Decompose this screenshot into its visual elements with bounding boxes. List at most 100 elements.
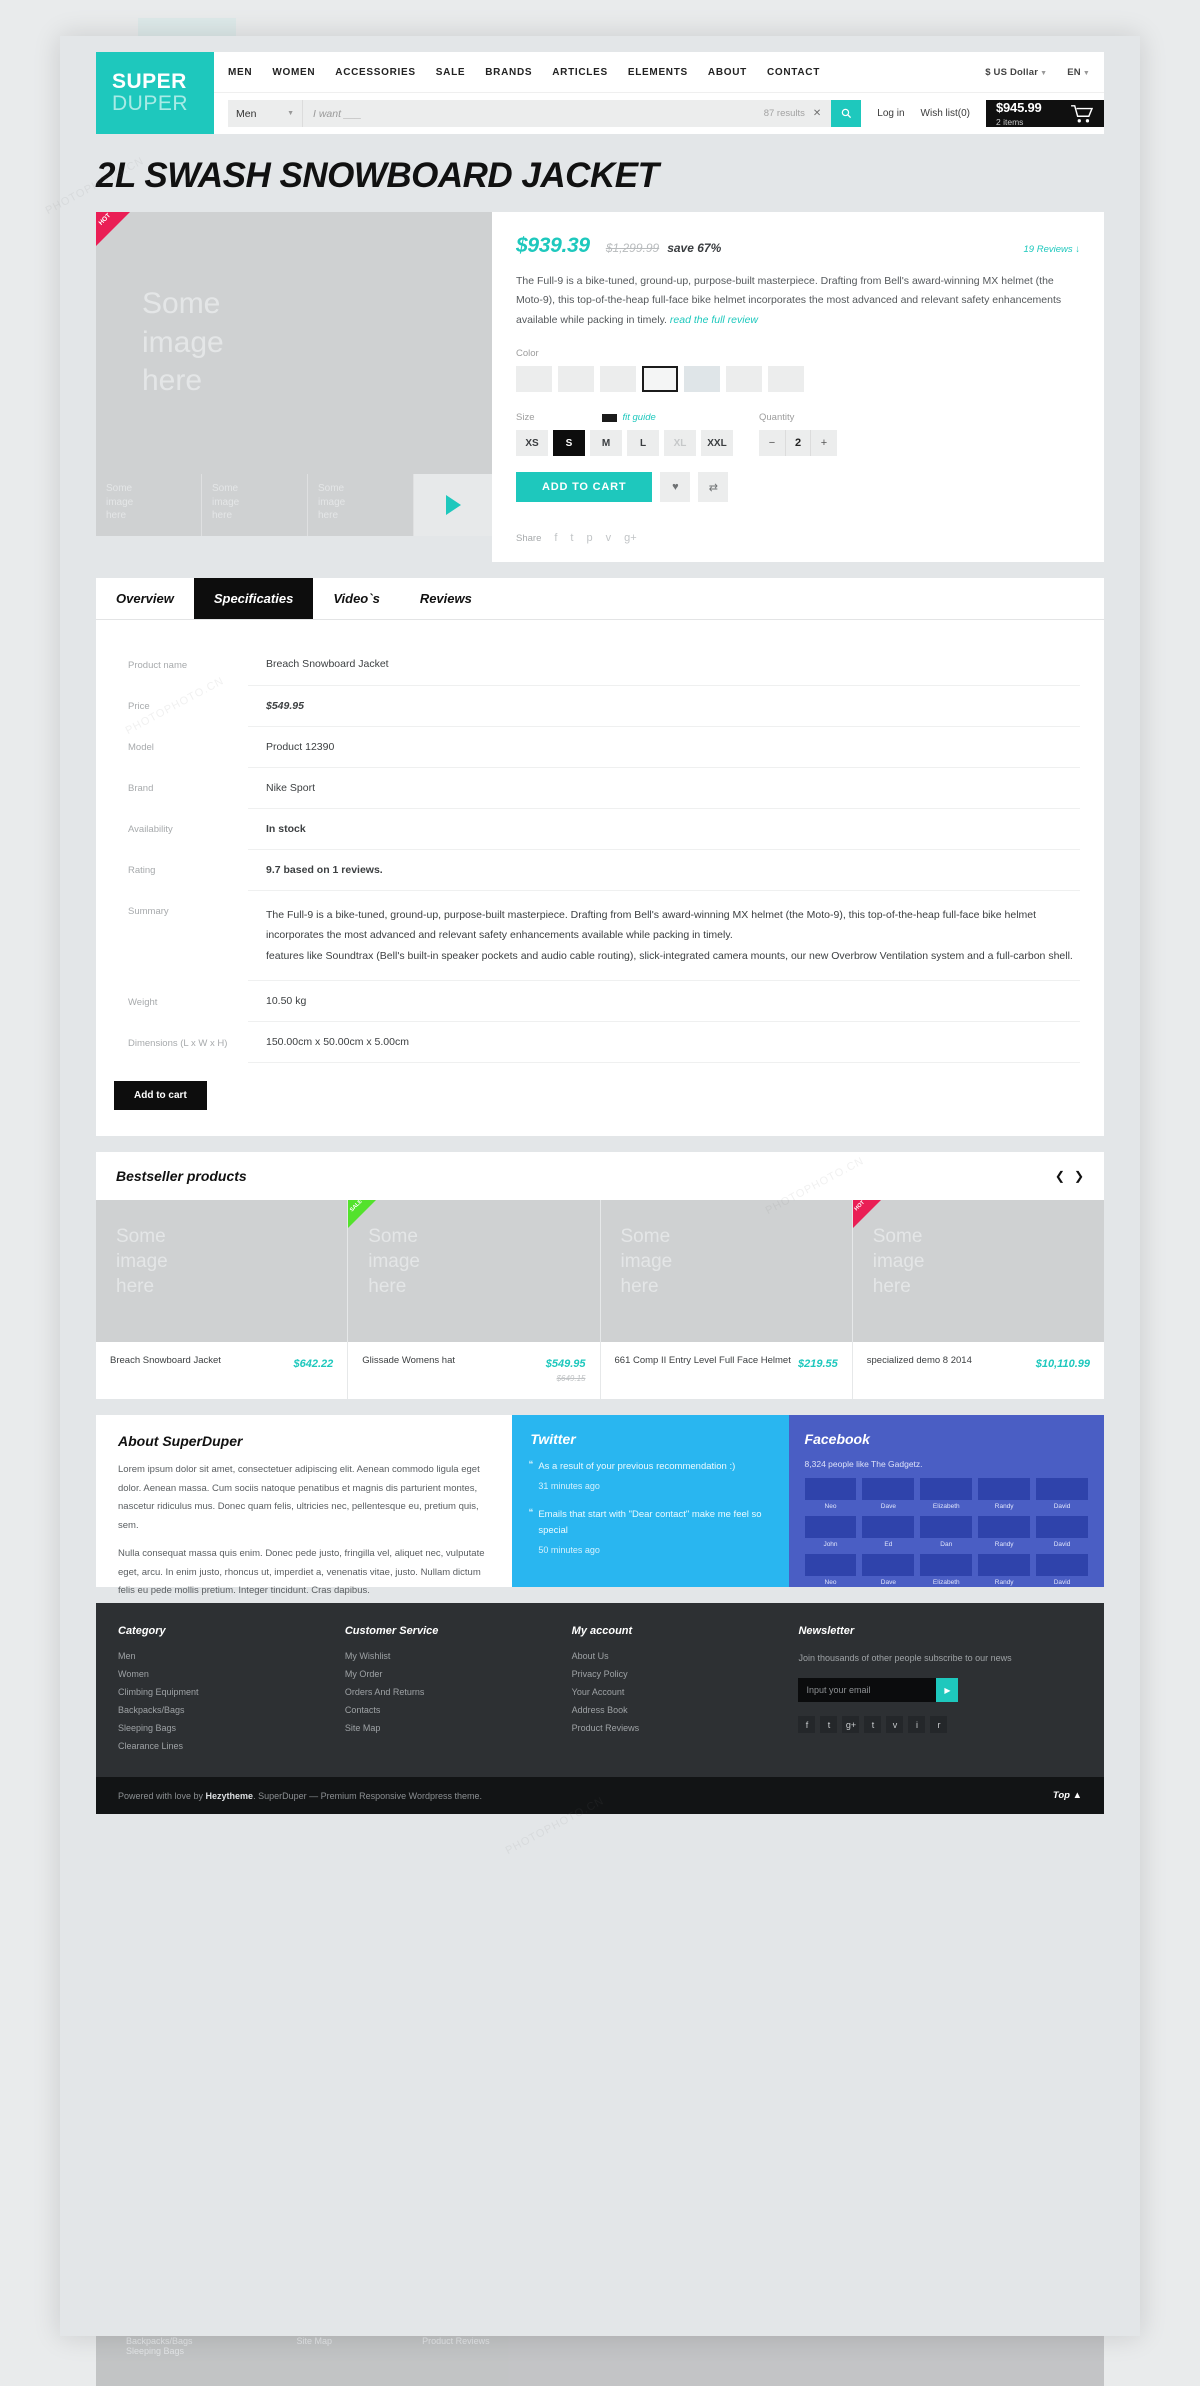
nav-item-elements[interactable]: ELEMENTS <box>628 67 688 78</box>
list-item[interactable]: Randy <box>978 1478 1031 1510</box>
size-option-xs[interactable]: XS <box>516 430 548 457</box>
color-swatch-5[interactable] <box>684 366 720 393</box>
cart-button[interactable]: $945.99 2 items <box>986 100 1104 127</box>
quantity-value[interactable]: 2 <box>785 430 811 457</box>
search-button[interactable] <box>831 100 862 127</box>
facebook-icon[interactable]: f <box>798 1716 816 1734</box>
carousel-next-button[interactable]: ❯ <box>1074 1169 1084 1183</box>
size-option-s[interactable]: S <box>553 430 585 457</box>
list-item[interactable]: Neo <box>804 1554 857 1586</box>
newsletter-email-input[interactable]: Input your email <box>798 1678 937 1703</box>
footer-link[interactable]: Address Book <box>572 1705 799 1715</box>
clear-search-icon[interactable]: ✕ <box>813 108 821 119</box>
color-swatch-3[interactable] <box>600 366 636 393</box>
rss-icon[interactable]: r <box>930 1716 948 1734</box>
list-item[interactable]: Randy <box>978 1516 1031 1548</box>
twitter-icon[interactable]: t <box>820 1716 838 1734</box>
list-item[interactable]: Ed <box>862 1516 915 1548</box>
product-card[interactable]: Some image here 661 Comp II Entry Level Fu… <box>600 1200 853 1400</box>
footer-link[interactable]: Backpacks/Bags <box>118 1705 345 1715</box>
size-option-m[interactable]: M <box>590 430 622 457</box>
nav-item-contact[interactable]: CONTACT <box>767 67 820 78</box>
thumbnail-3[interactable]: Some image here <box>308 474 414 536</box>
footer-link[interactable]: My Order <box>345 1669 572 1679</box>
quantity-decrease-button[interactable]: − <box>759 430 785 456</box>
list-item[interactable]: David <box>1036 1516 1088 1548</box>
nav-item-sale[interactable]: SALE <box>436 67 465 78</box>
list-item[interactable]: Elizabeth <box>920 1478 973 1510</box>
color-swatch-2[interactable] <box>558 366 594 393</box>
thumbnail-1[interactable]: Some image here <box>96 474 202 536</box>
wishlist-link[interactable]: Wish list(0) <box>921 108 970 119</box>
back-to-top-button[interactable]: Top ▲ <box>1053 1790 1082 1801</box>
thumbnails-next-button[interactable] <box>414 474 492 536</box>
nav-item-brands[interactable]: BRANDS <box>485 67 532 78</box>
footer-link[interactable]: Men <box>118 1651 345 1661</box>
list-item[interactable]: David <box>1036 1478 1088 1510</box>
size-option-l[interactable]: L <box>627 430 659 457</box>
tab-reviews[interactable]: Reviews <box>400 578 492 619</box>
footer-link[interactable]: About Us <box>572 1651 799 1661</box>
quantity-increase-button[interactable]: + <box>811 430 837 456</box>
footer-link[interactable]: Women <box>118 1669 345 1679</box>
nav-item-women[interactable]: WOMEN <box>272 67 315 78</box>
list-item[interactable]: Dave <box>862 1478 915 1510</box>
list-item[interactable]: Dave <box>862 1554 915 1586</box>
footer-link[interactable]: Privacy Policy <box>572 1669 799 1679</box>
login-link[interactable]: Log in <box>877 108 904 119</box>
footer-link[interactable]: Contacts <box>345 1705 572 1715</box>
instagram-icon[interactable]: i <box>908 1716 926 1734</box>
read-full-review-link[interactable]: read the full review <box>670 314 758 326</box>
list-item[interactable]: John <box>804 1516 857 1548</box>
tab-specificaties[interactable]: Specificaties <box>193 578 314 620</box>
list-item[interactable]: David <box>1036 1554 1088 1586</box>
tab-videos[interactable]: Video`s <box>313 578 399 619</box>
search-input-wrapper[interactable]: I want ___ 87 results ✕ <box>302 100 832 127</box>
list-item[interactable]: Neo <box>804 1478 857 1510</box>
nav-item-articles[interactable]: ARTICLES <box>552 67 608 78</box>
color-swatch-6[interactable] <box>726 366 762 393</box>
nav-item-about[interactable]: ABOUT <box>708 67 747 78</box>
footer-link[interactable]: Your Account <box>572 1687 799 1697</box>
vimeo-icon[interactable]: v <box>886 1716 904 1734</box>
newsletter-submit-button[interactable]: ▶ <box>936 1678 959 1703</box>
add-to-cart-button[interactable]: ADD TO CART <box>516 472 653 503</box>
fit-guide-link[interactable]: fit guide <box>602 412 656 423</box>
carousel-prev-button[interactable]: ❮ <box>1055 1169 1065 1183</box>
footer-link[interactable]: Sleeping Bags <box>118 1723 345 1733</box>
site-logo[interactable]: SUPER DUPER <box>96 52 214 134</box>
thumbnail-2[interactable]: Some image here <box>202 474 308 536</box>
product-card[interactable]: SALE Some image here Glissade Womens hat $… <box>348 1199 601 1400</box>
footer-link[interactable]: Site Map <box>345 1723 572 1733</box>
googleplus-icon[interactable]: g+ <box>842 1716 860 1734</box>
language-selector[interactable]: EN ▼ <box>1067 67 1090 78</box>
list-item[interactable]: Randy <box>978 1554 1031 1586</box>
list-item[interactable]: Dan <box>920 1516 973 1548</box>
color-swatch-7[interactable] <box>768 366 804 393</box>
currency-selector[interactable]: $ US Dollar ▼ <box>985 67 1047 78</box>
spec-add-to-cart-button[interactable]: Add to cart <box>114 1081 207 1111</box>
reviews-link[interactable]: 19 Reviews ↓ <box>1024 244 1081 255</box>
footer-link[interactable]: Product Reviews <box>572 1723 799 1733</box>
compare-button[interactable]: ⇄ <box>698 472 729 503</box>
footer-link[interactable]: Orders And Returns <box>345 1687 572 1697</box>
twitter-share-icon[interactable]: t <box>570 532 573 544</box>
nav-item-men[interactable]: MEN <box>228 67 252 78</box>
footer-link[interactable]: Clearance Lines <box>118 1741 345 1751</box>
footer-link[interactable]: Climbing Equipment <box>118 1687 345 1697</box>
color-swatch-4-selected[interactable] <box>642 366 678 393</box>
nav-item-accessories[interactable]: ACCESSORIES <box>335 67 416 78</box>
footer-link[interactable]: My Wishlist <box>345 1651 572 1661</box>
facebook-share-icon[interactable]: f <box>554 532 557 544</box>
googleplus-share-icon[interactable]: g+ <box>624 532 637 544</box>
size-option-xxl[interactable]: XXL <box>701 430 733 457</box>
search-input[interactable]: I want ___ <box>313 108 764 120</box>
tab-overview[interactable]: Overview <box>96 578 194 619</box>
search-category-select[interactable]: Men ▼ <box>228 100 302 127</box>
tumblr-icon[interactable]: t <box>864 1716 882 1734</box>
add-to-wishlist-button[interactable]: ♥ <box>660 472 691 503</box>
color-swatch-1[interactable] <box>516 366 552 393</box>
vimeo-share-icon[interactable]: v <box>606 532 612 544</box>
list-item[interactable]: Elizabeth <box>920 1554 973 1586</box>
pinterest-share-icon[interactable]: p <box>586 532 592 544</box>
